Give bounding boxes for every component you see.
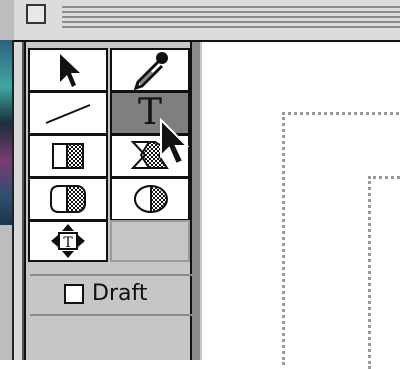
canvas-inner-frame-guide	[368, 176, 400, 369]
canvas-edge	[200, 42, 202, 360]
tool-slot-empty	[110, 220, 190, 262]
close-box[interactable]	[26, 4, 46, 24]
rounded-rectangle-icon	[50, 185, 86, 213]
draft-checkbox[interactable]	[64, 284, 84, 304]
background-window-image	[0, 40, 12, 225]
tool-arrow[interactable]	[28, 48, 108, 92]
line-icon	[45, 104, 91, 124]
oval-icon	[134, 184, 168, 214]
rectangle-icon	[52, 143, 84, 169]
tool-rectangle[interactable]	[28, 134, 108, 178]
mouse-pointer-icon	[160, 118, 190, 166]
tool-rounded-rectangle[interactable]	[28, 177, 108, 221]
eyedropper-icon	[133, 52, 168, 90]
tool-eyedropper[interactable]	[110, 48, 190, 92]
tool-line[interactable]	[28, 91, 108, 135]
palette-shadow	[192, 42, 200, 360]
move-icon: T	[51, 224, 85, 258]
draft-label: Draft	[92, 281, 148, 306]
tool-oval[interactable]	[110, 177, 190, 221]
svg-text:T: T	[63, 235, 73, 251]
tool-move[interactable]: T	[28, 220, 108, 262]
window-frame	[14, 40, 24, 360]
arrow-icon	[60, 54, 80, 87]
title-bar-stripes	[62, 6, 400, 30]
